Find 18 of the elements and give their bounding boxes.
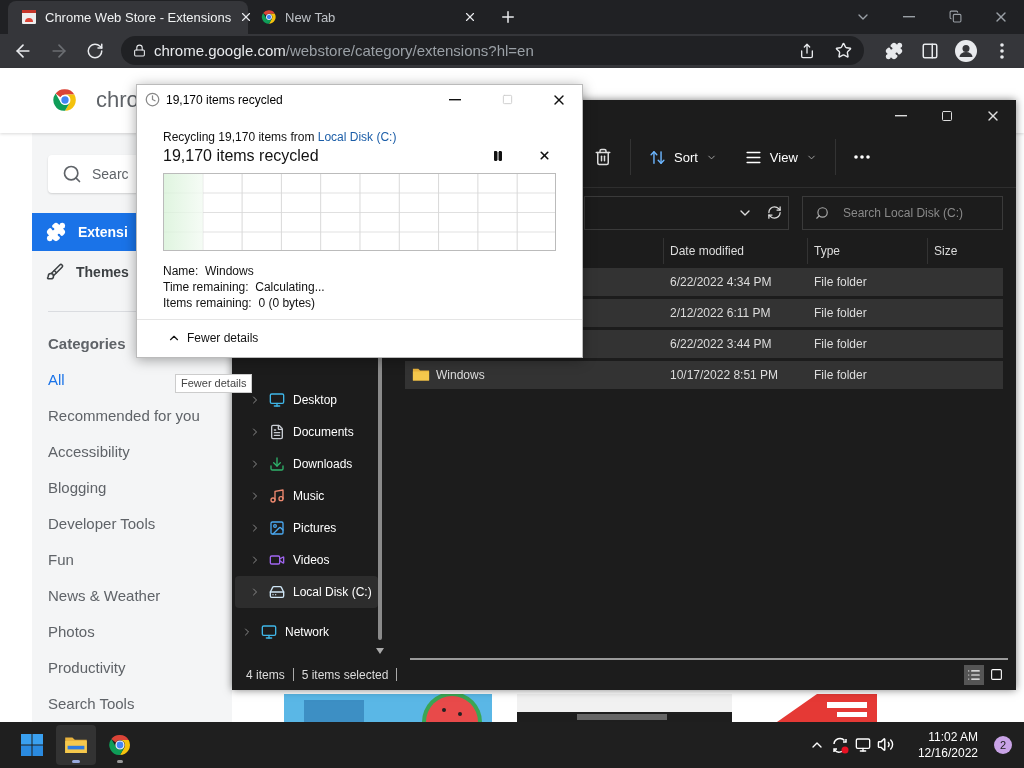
selection-count: 5 items selected [301, 667, 389, 682]
progress-heading: 19,170 items recycled [163, 146, 320, 165]
dialog-title: 19,170 items recycled [166, 92, 284, 107]
type-cell: File folder [814, 367, 867, 382]
detail-line: Time remaining: Calculating... [163, 278, 326, 295]
file-name: Windows [436, 367, 485, 382]
type-cell: File folder [814, 336, 867, 351]
type-cell: File folder [814, 274, 867, 289]
date-cell: 10/17/2022 8:51 PM [670, 367, 779, 382]
progress-summary: Recycling 19,170 items from Local Disk (C:) [163, 128, 398, 145]
date-cell: 6/22/2022 4:34 PM [670, 274, 772, 289]
date-cell: 6/22/2022 3:44 PM [670, 336, 772, 351]
item-count: 4 items [246, 667, 285, 682]
type-cell: File folder [814, 305, 867, 320]
date-cell: 2/12/2022 6:11 PM [670, 305, 771, 320]
categories-heading: Categories [48, 334, 126, 355]
detail-line: Items remaining: 0 (0 bytes) [163, 294, 317, 311]
detail-line: Name: Windows [163, 262, 255, 279]
